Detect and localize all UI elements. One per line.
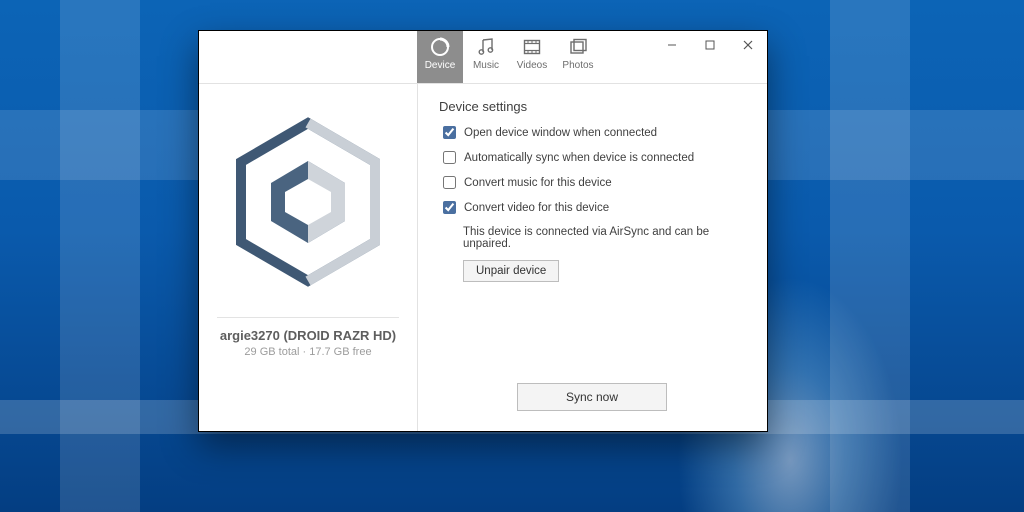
- tab-music[interactable]: Music: [463, 31, 509, 83]
- app-window: Device Music Videos Photos: [198, 30, 768, 432]
- option-convert-music[interactable]: Convert music for this device: [443, 176, 749, 189]
- unpair-button[interactable]: Unpair device: [463, 260, 559, 282]
- option-label: Open device window when connected: [464, 127, 657, 139]
- device-icon: [430, 37, 450, 57]
- maximize-button[interactable]: [691, 31, 729, 59]
- tab-device[interactable]: Device: [417, 31, 463, 83]
- sync-now-button[interactable]: Sync now: [517, 383, 667, 411]
- option-convert-video[interactable]: Convert video for this device: [443, 201, 749, 214]
- bg-stripe: [830, 0, 910, 512]
- bg-stripe: [60, 0, 140, 512]
- videos-icon: [522, 37, 542, 57]
- device-hex-icon: [233, 117, 383, 287]
- app-toolbar: Device Music Videos Photos: [199, 31, 767, 84]
- tab-label: Videos: [517, 60, 547, 71]
- tab-label: Device: [425, 60, 456, 71]
- option-auto-sync[interactable]: Automatically sync when device is connec…: [443, 151, 749, 164]
- checkbox-auto-sync[interactable]: [443, 151, 456, 164]
- sync-area: Sync now: [417, 383, 767, 411]
- checkbox-open-window[interactable]: [443, 126, 456, 139]
- device-divider: [217, 317, 399, 318]
- tab-label: Photos: [562, 60, 593, 71]
- device-storage: 29 GB total · 17.7 GB free: [199, 346, 417, 358]
- option-label: Convert music for this device: [464, 177, 612, 189]
- option-label: Convert video for this device: [464, 202, 609, 214]
- checkbox-convert-music[interactable]: [443, 176, 456, 189]
- airsync-status: This device is connected via AirSync and…: [463, 226, 749, 250]
- device-pane: argie3270 (DROID RAZR HD) 29 GB total · …: [199, 83, 418, 431]
- settings-pane: Device settings Open device window when …: [417, 83, 767, 431]
- desktop-background: Device Music Videos Photos: [0, 0, 1024, 512]
- window-controls: [653, 31, 767, 59]
- settings-title: Device settings: [439, 99, 749, 114]
- option-label: Automatically sync when device is connec…: [464, 152, 694, 164]
- toolbar-spacer: [199, 31, 417, 83]
- checkbox-convert-video[interactable]: [443, 201, 456, 214]
- music-icon: [476, 37, 496, 57]
- close-button[interactable]: [729, 31, 767, 59]
- photos-icon: [568, 37, 588, 57]
- tab-label: Music: [473, 60, 499, 71]
- option-open-window[interactable]: Open device window when connected: [443, 126, 749, 139]
- tab-photos[interactable]: Photos: [555, 31, 601, 83]
- device-name: argie3270 (DROID RAZR HD): [199, 328, 417, 343]
- tab-videos[interactable]: Videos: [509, 31, 555, 83]
- minimize-button[interactable]: [653, 31, 691, 59]
